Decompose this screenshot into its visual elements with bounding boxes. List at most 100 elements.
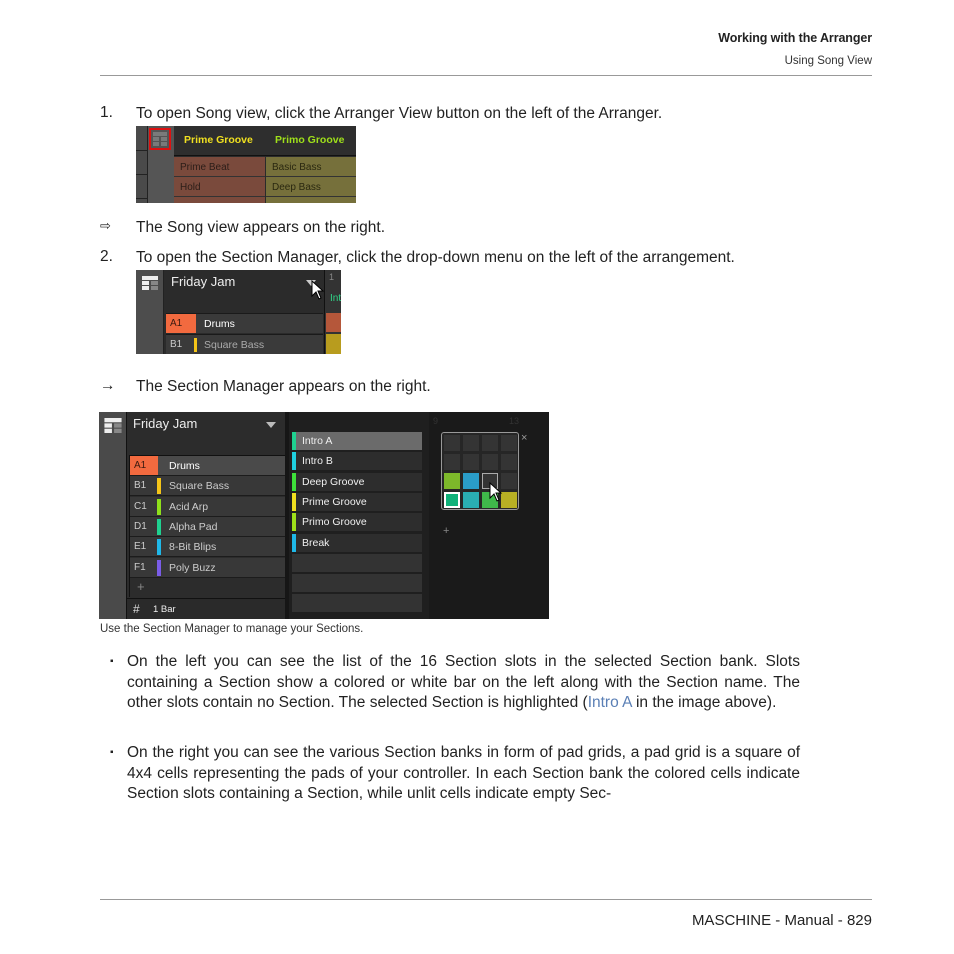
mouse-cursor-icon bbox=[311, 280, 325, 300]
pattern-cell[interactable] bbox=[174, 197, 265, 203]
section-prime-groove[interactable]: Prime Groove bbox=[184, 134, 253, 146]
clip-block bbox=[326, 313, 341, 332]
ruler-number: 13 bbox=[509, 416, 520, 426]
group-id: C1 bbox=[134, 500, 147, 512]
arranger-view-icon[interactable] bbox=[142, 276, 158, 290]
pattern-cell[interactable]: Hold bbox=[174, 177, 265, 197]
group-id: A1 bbox=[166, 314, 196, 333]
section-slot[interactable]: Intro A bbox=[292, 432, 422, 450]
scene-title: Friday Jam bbox=[133, 416, 198, 431]
section-color-bar bbox=[292, 452, 296, 471]
group-name: Drums bbox=[204, 318, 235, 330]
result-1-text: The Song view appears on the right. bbox=[136, 219, 386, 236]
page-footer: MASCHINE - Manual - 829 bbox=[691, 912, 872, 929]
section-slot[interactable]: Intro B bbox=[292, 452, 422, 471]
grid-value: 1 Bar bbox=[153, 604, 176, 615]
group-row[interactable]: E1 8-Bit Blips bbox=[130, 537, 285, 558]
pad-cell-empty[interactable] bbox=[501, 435, 517, 451]
pad-cell-empty[interactable] bbox=[463, 435, 479, 451]
group-row[interactable]: C1 Acid Arp bbox=[130, 496, 285, 517]
group-row[interactable]: B1 Square Bass bbox=[166, 334, 323, 354]
intro-a-link[interactable]: Intro A bbox=[588, 694, 632, 711]
group-row[interactable]: A1 Drums bbox=[166, 313, 323, 333]
group-id: B1 bbox=[134, 480, 147, 492]
group-color-bar bbox=[157, 498, 161, 515]
pattern-cell[interactable] bbox=[266, 197, 356, 203]
pad-cell-empty[interactable] bbox=[463, 454, 479, 470]
section-slot[interactable]: Deep Groove bbox=[292, 472, 422, 491]
section-name: Intro A bbox=[302, 435, 333, 447]
result-2-marker: → bbox=[100, 377, 116, 394]
group-name: Square Bass bbox=[169, 480, 230, 493]
group-row[interactable]: F1 Poly Buzz bbox=[130, 557, 285, 578]
bullet-text: On the right you can see the various Sec… bbox=[127, 744, 800, 802]
arranger-view-icon[interactable] bbox=[104, 418, 122, 433]
section-slot[interactable]: Prime Groove bbox=[292, 492, 422, 511]
group-row[interactable]: A1 Drums bbox=[130, 456, 285, 476]
add-group-button[interactable]: + bbox=[137, 579, 145, 594]
arranger-view-button[interactable] bbox=[149, 128, 171, 150]
bullet-dot: ▪ bbox=[110, 656, 114, 667]
add-bank-button[interactable]: + bbox=[443, 525, 449, 537]
scene-title: Friday Jam bbox=[171, 274, 236, 289]
group-id: E1 bbox=[134, 541, 147, 553]
step-2-text: To open the Section Manager, click the d… bbox=[136, 249, 735, 266]
mouse-cursor-icon bbox=[489, 482, 503, 502]
chapter-title: Working with the Arranger bbox=[718, 31, 872, 45]
step-1-text: To open Song view, click the Arranger Vi… bbox=[136, 105, 663, 122]
group-color-bar bbox=[157, 518, 161, 535]
section-name: Prime Groove bbox=[302, 495, 367, 508]
pattern-cell[interactable]: Prime Beat bbox=[174, 157, 265, 177]
clip-block bbox=[326, 334, 341, 354]
bullet-item: ▪ On the left you can see the list of th… bbox=[110, 652, 800, 714]
step-2-marker: 2. bbox=[100, 248, 113, 265]
pad-cell-empty[interactable] bbox=[482, 435, 498, 451]
pattern-cell[interactable]: Basic Bass bbox=[266, 157, 356, 177]
pad-cell-empty[interactable] bbox=[444, 454, 460, 470]
pad-cell-empty[interactable] bbox=[482, 454, 498, 470]
pad-cell-empty[interactable] bbox=[501, 473, 517, 489]
group-row[interactable]: D1 Alpha Pad bbox=[130, 516, 285, 537]
section-primo-groove[interactable]: Primo Groove bbox=[275, 134, 344, 146]
section-color-bar bbox=[292, 533, 296, 552]
pad-cell-empty[interactable] bbox=[501, 454, 517, 470]
grid-setting[interactable]: # 1 Bar bbox=[127, 598, 285, 619]
group-name: Poly Buzz bbox=[169, 561, 216, 574]
section-slot[interactable]: Break bbox=[292, 533, 422, 552]
section-bank-area: 9 13 × + bbox=[429, 412, 549, 619]
group-row[interactable]: B1 Square Bass bbox=[130, 476, 285, 497]
group-id: B1 bbox=[170, 339, 183, 350]
figure-caption: Use the Section Manager to manage your S… bbox=[100, 623, 364, 635]
section-slot[interactable]: Primo Groove bbox=[292, 513, 422, 532]
pad-cell-filled[interactable] bbox=[463, 473, 479, 489]
grid-icon: # bbox=[133, 602, 140, 616]
pad-cell-empty[interactable] bbox=[444, 435, 460, 451]
pattern-cell[interactable]: Deep Bass bbox=[266, 177, 356, 197]
close-icon[interactable]: × bbox=[521, 432, 527, 444]
section-color-bar bbox=[292, 513, 296, 532]
group-id: D1 bbox=[134, 520, 147, 532]
arranger-view-screenshot: Prime Groove Primo Groove Prime Beat Hol… bbox=[136, 126, 356, 203]
group-name: Alpha Pad bbox=[169, 520, 218, 533]
empty-section-slot[interactable] bbox=[292, 574, 422, 593]
pad-cell-filled[interactable] bbox=[444, 473, 460, 489]
group-name: 8-Bit Blips bbox=[169, 541, 217, 554]
result-2-text: The Section Manager appears on the right… bbox=[136, 378, 431, 395]
group-name: Square Bass bbox=[204, 339, 265, 351]
section-bank-pad-grid[interactable] bbox=[441, 432, 519, 510]
empty-section-slot[interactable] bbox=[292, 594, 422, 613]
pad-cell-filled[interactable] bbox=[444, 492, 460, 508]
pad-cell-filled[interactable] bbox=[501, 492, 517, 508]
section-manager-screenshot: Friday Jam A1 Drums B1 Square Bass C1 Acid Ar… bbox=[99, 412, 549, 619]
group-id: A1 bbox=[130, 456, 158, 475]
group-color-bar bbox=[157, 539, 161, 556]
section-color-bar bbox=[292, 432, 296, 450]
ruler-number: 1 bbox=[329, 272, 335, 282]
bullet-text: in the image above). bbox=[631, 694, 777, 711]
pad-cell-filled[interactable] bbox=[463, 492, 479, 508]
group-color-bar bbox=[194, 338, 197, 352]
empty-section-slot[interactable] bbox=[292, 553, 422, 572]
dropdown-arrow-icon[interactable] bbox=[266, 422, 276, 428]
section-title: Using Song View bbox=[784, 55, 872, 67]
section-color-bar bbox=[292, 472, 296, 491]
